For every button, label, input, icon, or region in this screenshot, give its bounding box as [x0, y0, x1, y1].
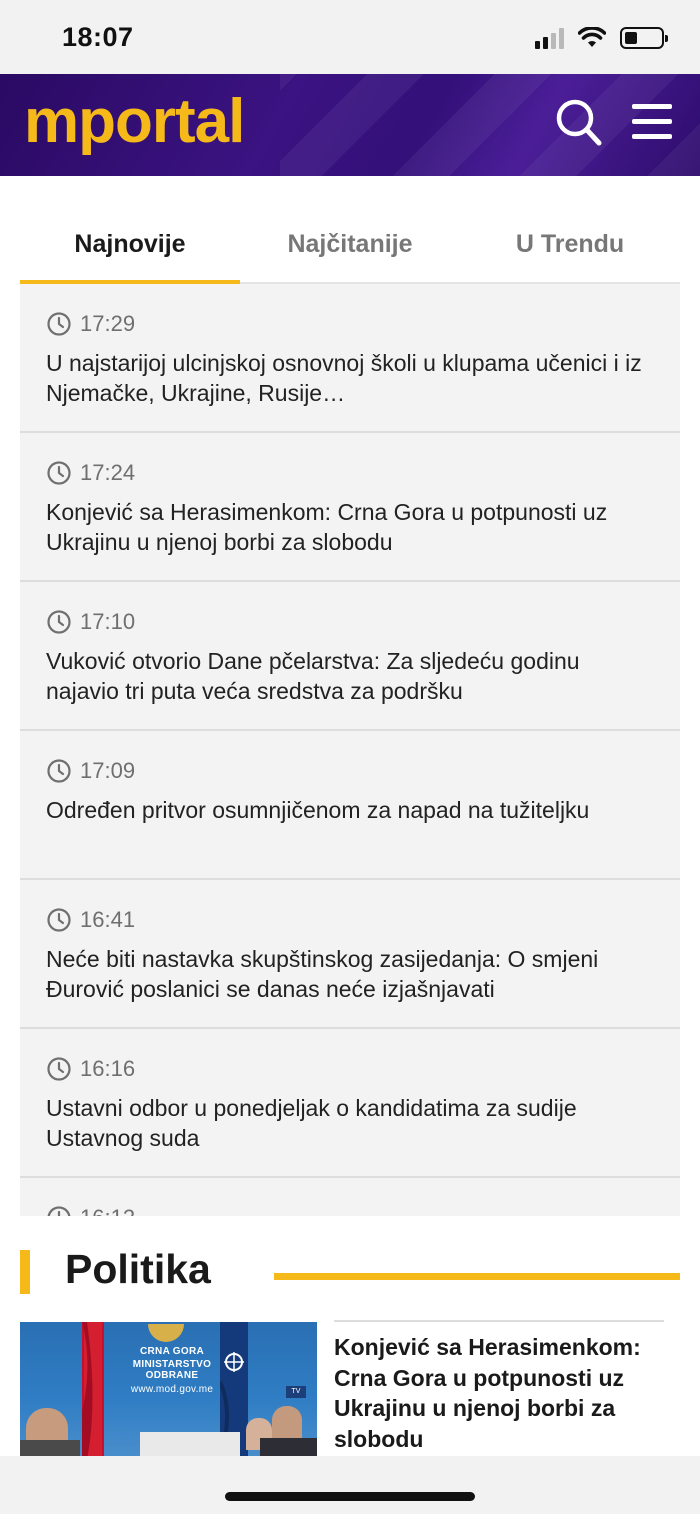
- news-list: 17:29 U najstarijoj ulcinjskoj osnovnoj …: [20, 284, 680, 1216]
- news-title[interactable]: Određen pritvor osumnjičenom za napad na…: [46, 795, 654, 825]
- menu-button[interactable]: [632, 104, 676, 144]
- clock-icon: [47, 1057, 71, 1081]
- clock-icon: [47, 610, 71, 634]
- article-divider: [334, 1320, 664, 1322]
- news-title[interactable]: Konjević sa Herasimenkom: Crna Gora u po…: [46, 497, 654, 557]
- news-time: 17:29: [46, 310, 654, 338]
- home-indicator[interactable]: [225, 1492, 475, 1501]
- clock-icon: [47, 908, 71, 932]
- news-title[interactable]: Ustavni odbor u ponedjeljak o kandidatim…: [46, 1093, 654, 1153]
- news-time: 16:16: [46, 1055, 654, 1083]
- news-time-text: 16:12: [80, 1205, 135, 1216]
- status-icons: [535, 24, 668, 52]
- news-time-text: 17:24: [80, 460, 136, 485]
- news-item[interactable]: 17:10 Vuković otvorio Dane pčelarstva: Z…: [20, 582, 680, 731]
- clock-icon: [47, 1206, 71, 1216]
- news-time-text: 16:16: [80, 1056, 136, 1081]
- status-bar: 18:07: [0, 0, 700, 74]
- news-time: 17:09: [46, 757, 654, 785]
- news-time: 16:41: [46, 906, 654, 934]
- site-header: mportal: [0, 74, 700, 176]
- section-accent-bar: [20, 1250, 30, 1294]
- news-title[interactable]: U najstarijoj ulcinjskoj osnovnoj školi …: [46, 348, 654, 408]
- tab-u-trendu[interactable]: U Trendu: [460, 206, 680, 282]
- table-figure: [140, 1432, 240, 1456]
- tab-najnovije[interactable]: Najnovije: [20, 206, 240, 286]
- coat-of-arms-icon: [148, 1324, 184, 1342]
- person-figure: [272, 1406, 302, 1440]
- clock-icon: [47, 759, 71, 783]
- status-time: 18:07: [62, 22, 134, 52]
- flag-image: [82, 1322, 104, 1456]
- wifi-icon: [578, 27, 606, 47]
- news-time-text: 17:29: [80, 311, 136, 336]
- article-title[interactable]: Konjević sa Herasimenkom: Crna Gora u po…: [334, 1332, 664, 1454]
- person-figure: [20, 1440, 80, 1456]
- news-time-text: 16:41: [80, 907, 136, 932]
- featured-article[interactable]: CRNA GORA MINISTARSTVO ODBRANE www.mod.g…: [20, 1320, 680, 1456]
- image-caption-line: CRNA GORA: [140, 1346, 204, 1357]
- news-time: 16:12: [46, 1204, 654, 1216]
- section-header: Politika: [20, 1216, 680, 1316]
- news-time-text: 17:10: [80, 609, 136, 634]
- news-item[interactable]: 17:24 Konjević sa Herasimenkom: Crna Gor…: [20, 433, 680, 582]
- news-time: 17:10: [46, 608, 654, 636]
- cellular-signal-icon: [535, 27, 564, 49]
- battery-icon: [620, 27, 668, 49]
- section-title[interactable]: Politika: [65, 1246, 211, 1293]
- image-caption-line: MINISTARSTVO ODBRANE: [132, 1359, 212, 1381]
- bottom-bar: [0, 1456, 700, 1514]
- news-tabs: Najnovije Najčitanije U Trendu: [20, 206, 680, 286]
- search-icon: [556, 99, 602, 146]
- clock-icon: [47, 461, 71, 485]
- news-item[interactable]: 17:09 Određen pritvor osumnjičenom za na…: [20, 731, 680, 880]
- news-item[interactable]: 17:29 U najstarijoj ulcinjskoj osnovnoj …: [20, 284, 680, 433]
- article-image[interactable]: CRNA GORA MINISTARSTVO ODBRANE www.mod.g…: [20, 1322, 317, 1456]
- search-button[interactable]: [554, 96, 604, 150]
- news-item[interactable]: 16:16 Ustavni odbor u ponedjeljak o kand…: [20, 1029, 680, 1178]
- main-content: Najnovije Najčitanije U Trendu 17:29 U n…: [0, 176, 700, 1456]
- site-logo[interactable]: mportal: [24, 86, 245, 157]
- news-title[interactable]: Vuković otvorio Dane pčelarstva: Za slje…: [46, 646, 654, 706]
- image-caption-line: www.mod.gov.me: [130, 1384, 214, 1395]
- news-title[interactable]: Neće biti nastavka skupštinskog zasijeda…: [46, 944, 654, 1004]
- tab-najcitanije[interactable]: Najčitanije: [240, 206, 460, 282]
- news-item[interactable]: 16:12: [20, 1178, 680, 1216]
- person-figure: [260, 1438, 317, 1456]
- clock-icon: [47, 312, 71, 336]
- hamburger-icon: [632, 104, 672, 109]
- news-item[interactable]: 16:41 Neće biti nastavka skupštinskog za…: [20, 880, 680, 1029]
- news-time: 17:24: [46, 459, 654, 487]
- news-time-text: 17:09: [80, 758, 136, 783]
- tv-logo-icon: TV: [286, 1386, 306, 1398]
- section-divider-line: [274, 1273, 680, 1280]
